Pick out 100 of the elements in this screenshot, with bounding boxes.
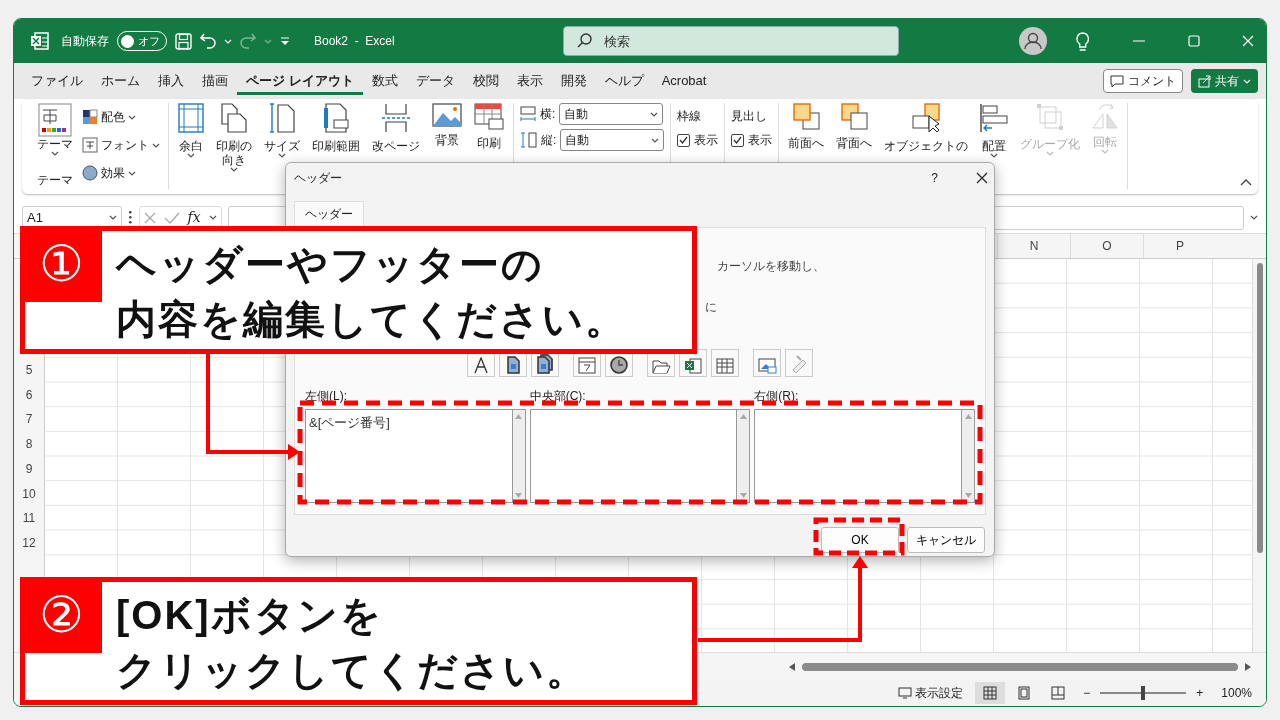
ribbon-tab[interactable]: 開発 <box>551 67 596 95</box>
ribbon-tab[interactable]: 描画 <box>193 67 237 95</box>
caret-icon <box>651 137 660 143</box>
page-layout-icon <box>1018 686 1031 700</box>
customize-icon[interactable] <box>280 36 290 46</box>
cancel-icon[interactable] <box>143 211 156 224</box>
font-icon <box>82 137 98 153</box>
caret-icon <box>224 38 232 44</box>
ribbon-button[interactable]: フォント <box>80 135 162 155</box>
column-header[interactable]: P <box>1143 234 1216 258</box>
comment-button[interactable]: コメント <box>1103 69 1183 93</box>
page-break-view-icon <box>1051 686 1066 700</box>
more-icon[interactable] <box>128 210 133 225</box>
row-header[interactable]: 11 <box>14 505 44 531</box>
monitor-icon <box>898 687 913 699</box>
ribbon-button[interactable]: サイズ <box>261 103 303 158</box>
row-header[interactable]: 8 <box>14 431 44 457</box>
ribbon-tab[interactable]: ホーム <box>92 67 149 95</box>
minimize-icon[interactable] <box>1132 40 1146 42</box>
ribbon-tab[interactable]: 数式 <box>362 67 407 95</box>
ribbon-tab[interactable]: データ <box>406 67 464 95</box>
redo-icon[interactable] <box>240 33 256 49</box>
group-title: 枠線 <box>677 108 703 125</box>
text-format-icon <box>474 356 488 374</box>
text-area[interactable]: &[ページ番号] <box>305 408 512 503</box>
caret-icon <box>51 151 59 156</box>
close-icon[interactable] <box>976 172 988 184</box>
ribbon-button[interactable]: 改ページ <box>369 103 423 153</box>
scale-dropdown[interactable]: 自動 <box>559 103 664 125</box>
display-settings-button[interactable]: 表示設定 <box>896 683 966 703</box>
text-area[interactable] <box>754 408 961 503</box>
zoom-out-button[interactable]: − <box>1083 684 1091 702</box>
ribbon-button[interactable]: オブジェクトの <box>881 103 972 153</box>
row-header[interactable]: 6 <box>14 382 44 408</box>
ribbon-button[interactable]: 印刷の 向き <box>213 103 255 172</box>
zoom-in-button[interactable]: + <box>1196 684 1204 702</box>
scroll-left-icon[interactable] <box>788 661 796 672</box>
ribbon-button[interactable]: 前面へ <box>785 103 828 150</box>
ribbon-tab[interactable]: Acrobat <box>652 67 716 95</box>
field-label: 右側(R): <box>754 387 800 405</box>
checkbox[interactable]: 表示 <box>731 131 773 149</box>
help-button[interactable]: ? <box>931 169 938 187</box>
ribbon-button[interactable]: 背景 <box>429 103 465 147</box>
maximize-icon[interactable] <box>1188 35 1200 47</box>
avatar-icon[interactable] <box>1017 26 1048 56</box>
bring-forward-icon <box>792 103 820 130</box>
row-header[interactable]: 9 <box>14 456 44 482</box>
scrollbar-thumb[interactable] <box>802 662 1238 671</box>
search-field[interactable]: 検索 <box>562 26 899 56</box>
instruction-text: に <box>705 299 717 314</box>
ribbon-button[interactable]: 配色 <box>80 107 162 127</box>
caret-icon <box>1243 78 1251 84</box>
print-area-icon <box>323 103 349 133</box>
collapse-icon[interactable] <box>1240 179 1252 186</box>
share-button[interactable]: 共有 <box>1191 69 1258 93</box>
theme-button[interactable]: テーマ <box>34 103 76 156</box>
row-header[interactable]: 7 <box>14 407 44 432</box>
send-backward-icon <box>840 103 868 130</box>
slider-thumb[interactable] <box>1141 686 1146 700</box>
caret-icon <box>187 153 195 158</box>
ribbon-button[interactable]: 配置 <box>977 103 1012 158</box>
check-icon <box>733 136 743 144</box>
themes-icon <box>38 103 72 137</box>
row-header[interactable]: 5 <box>14 357 44 383</box>
ribbon-tab[interactable]: ページ レイアウト <box>237 67 363 95</box>
text-area[interactable] <box>529 408 737 503</box>
scroll-right-icon[interactable] <box>1244 661 1252 672</box>
column-header[interactable]: O <box>1070 234 1143 258</box>
ribbon-tab[interactable]: ファイル <box>22 67 92 95</box>
ribbon-tab[interactable]: ヘルプ <box>595 67 653 95</box>
save-icon[interactable] <box>175 32 192 50</box>
vertical-scrollbar[interactable] <box>1252 259 1266 652</box>
row-header[interactable]: 10 <box>14 481 44 506</box>
ok-button[interactable]: OK <box>821 527 899 554</box>
checkbox[interactable]: 表示 <box>677 131 719 149</box>
ribbon-button[interactable]: 背面へ <box>833 103 876 150</box>
scrollbar-thumb[interactable] <box>1256 263 1263 553</box>
view-button[interactable] <box>975 682 1006 704</box>
ribbon-button[interactable]: 余白 <box>175 103 207 158</box>
ribbon-tab[interactable]: 表示 <box>507 67 552 95</box>
ribbon-button[interactable]: 効果 <box>80 163 162 183</box>
group-title: 見出し <box>731 108 769 125</box>
undo-icon[interactable] <box>200 33 216 49</box>
effects-icon <box>82 165 98 181</box>
insert-function-button[interactable]: fx <box>187 207 201 228</box>
pages-icon <box>221 103 247 133</box>
scale-dropdown[interactable]: 自動 <box>560 129 665 151</box>
dialog-tab[interactable]: ヘッダー <box>294 201 364 228</box>
cancel-button[interactable]: キャンセル <box>907 527 985 554</box>
enter-icon[interactable] <box>163 211 180 224</box>
row-header[interactable]: 12 <box>14 530 44 556</box>
ribbon-button[interactable]: 印刷範囲 <box>309 103 363 153</box>
lightbulb-icon[interactable] <box>1075 31 1089 51</box>
callout-text: ヘッダーやフッターの <box>116 241 544 288</box>
ribbon-tab[interactable]: 校閲 <box>463 67 508 95</box>
ribbon-button[interactable]: 印刷 <box>471 103 507 150</box>
ribbon-tab[interactable]: 挿入 <box>149 67 193 95</box>
sheet-grid-icon <box>716 357 734 374</box>
column-header[interactable]: N <box>997 234 1070 258</box>
folder-icon <box>651 359 671 374</box>
